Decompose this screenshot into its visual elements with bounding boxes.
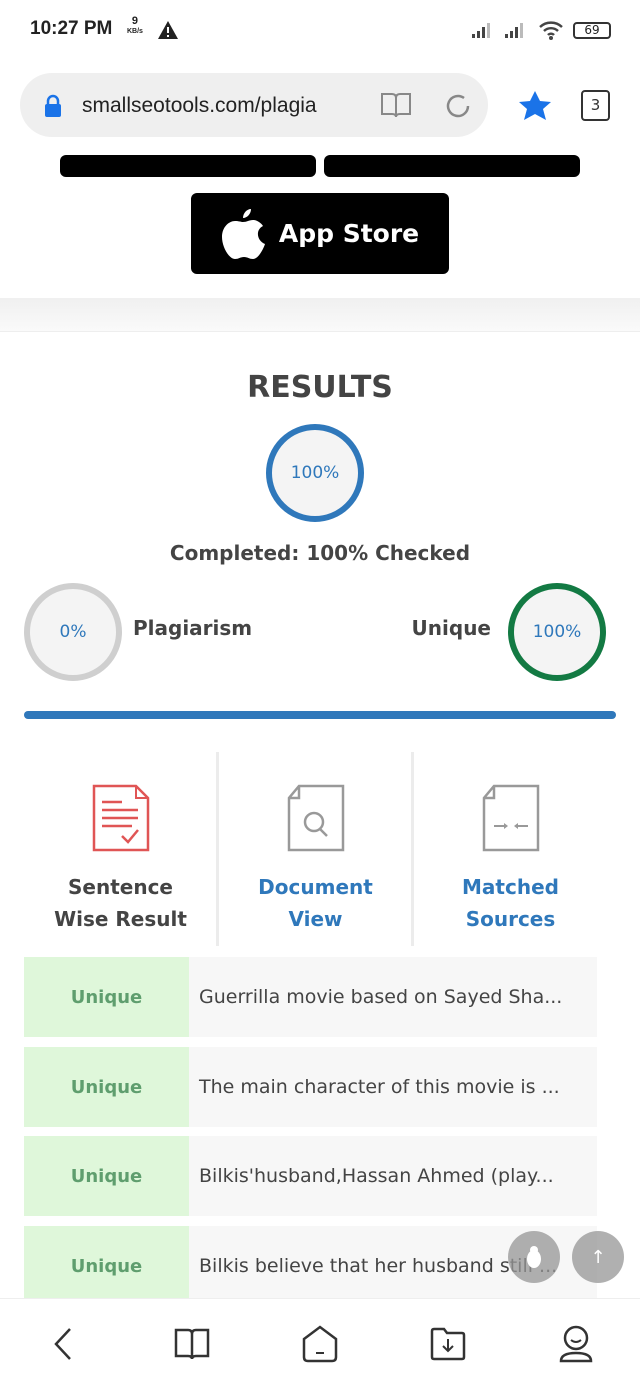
battery-icon: 69 [573, 22, 611, 39]
downloads-icon[interactable] [430, 1327, 466, 1361]
signal-icon [472, 23, 490, 38]
reader-mode-icon[interactable] [380, 90, 412, 120]
document-compare-icon [482, 784, 539, 852]
status-bar: 10:27 PM 9 KB/s 69 [0, 0, 640, 60]
completed-status: Completed: 100% Checked [169, 541, 471, 565]
apple-icon [221, 208, 265, 259]
sentence-text: The main character of this movie is ... [189, 1047, 597, 1127]
bookmarks-icon[interactable] [174, 1327, 210, 1361]
reload-icon[interactable] [443, 91, 473, 121]
tab-matched-sources[interactable]: Matched Sources [414, 752, 607, 946]
bug-icon [527, 1246, 541, 1268]
status-badge: Unique [24, 1226, 189, 1306]
sentence-text: Bilkis'husband,Hassan Ahmed (play... [189, 1136, 597, 1216]
bookmark-star-icon[interactable] [518, 90, 552, 122]
status-badge: Unique [24, 1047, 189, 1127]
signal-icon [505, 23, 523, 38]
unique-circle: 100% [508, 583, 606, 681]
table-row[interactable]: Unique Guerrilla movie based on Sayed Sha… [24, 957, 597, 1037]
tabs-button[interactable]: 3 [581, 90, 610, 121]
bottom-navigation [0, 1298, 640, 1387]
document-search-icon [287, 784, 344, 852]
progress-circle: 100% [266, 424, 364, 522]
results-title: RESULTS [247, 370, 393, 405]
tab-sentence-wise-result[interactable]: Sentence Wise Result [24, 752, 217, 946]
sentence-text: Guerrilla movie based on Sayed Sha... [189, 957, 597, 1037]
status-badge: Unique [24, 957, 189, 1037]
home-icon[interactable] [302, 1325, 338, 1363]
profile-icon[interactable] [558, 1325, 594, 1363]
sentence-check-icon [92, 784, 149, 852]
google-play-button[interactable] [60, 155, 316, 177]
table-row[interactable]: Unique The main character of this movie i… [24, 1047, 597, 1127]
network-speed: 9 KB/s [127, 15, 143, 36]
app-download-button[interactable] [324, 155, 580, 177]
progress-bar [24, 711, 616, 719]
arrow-up-icon: ↑ [590, 1246, 606, 1268]
clock: 10:27 PM [30, 18, 113, 39]
status-badge: Unique [24, 1136, 189, 1216]
unique-label: Unique [411, 616, 491, 640]
section-divider [0, 298, 640, 332]
bug-report-button[interactable] [508, 1231, 560, 1283]
plagiarism-circle: 0% [24, 583, 122, 681]
back-icon[interactable] [50, 1327, 76, 1361]
tab-document-view[interactable]: Document View [219, 752, 412, 946]
wifi-icon [539, 21, 563, 40]
warning-icon [158, 21, 178, 39]
url-text[interactable]: smallseotools.com/plagia [82, 94, 317, 118]
plagiarism-label: Plagiarism [133, 616, 253, 640]
table-row[interactable]: Unique Bilkis'husband,Hassan Ahmed (play.… [24, 1136, 597, 1216]
scroll-to-top-button[interactable]: ↑ [572, 1231, 624, 1283]
app-store-button[interactable]: App Store [191, 193, 449, 274]
lock-icon [45, 94, 61, 117]
